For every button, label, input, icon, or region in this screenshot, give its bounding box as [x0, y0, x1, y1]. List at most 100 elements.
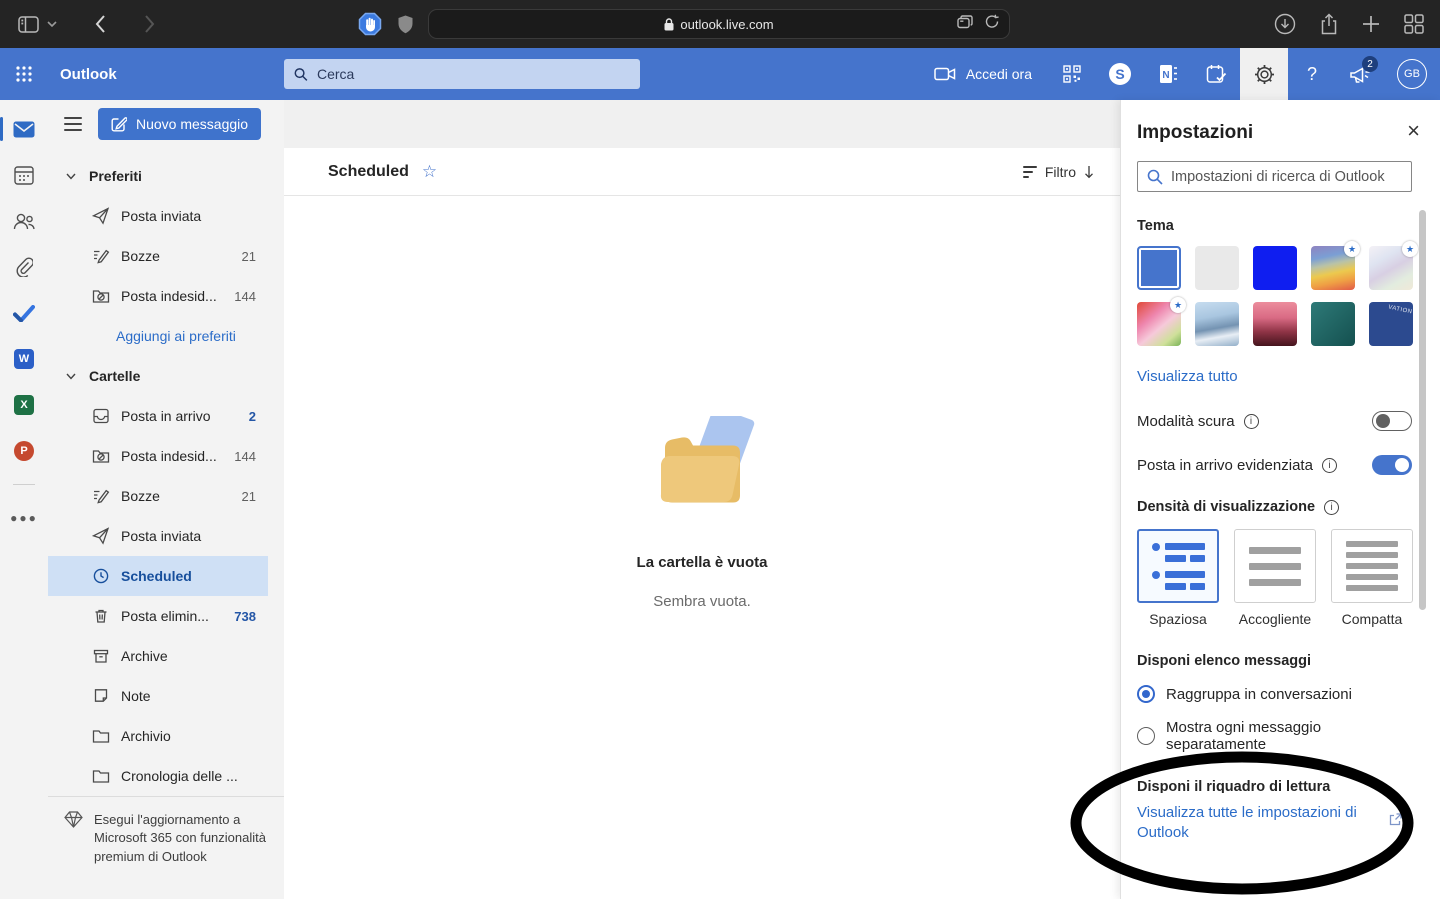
density-label: Densità di visualizzazione: [1137, 499, 1315, 515]
trash-icon: [92, 607, 110, 625]
settings-title: Impostazioni: [1137, 100, 1412, 144]
folder-item-archive[interactable]: Archive: [48, 636, 284, 676]
folder-item-posta-in-arrivo[interactable]: Posta in arrivo 2: [48, 396, 284, 436]
folder-label: Bozze: [121, 248, 231, 264]
radio-separate-messages[interactable]: Mostra ogni messaggio separatamente: [1137, 719, 1412, 753]
rail-calendar[interactable]: [0, 152, 48, 198]
folders-section-header[interactable]: Cartelle: [48, 356, 284, 396]
folder-item-bozze[interactable]: Bozze 21: [48, 476, 284, 516]
folder-item-posta-indesiderata[interactable]: Posta indesid... 144: [48, 436, 284, 476]
add-to-favorites-link[interactable]: Aggiungi ai preferiti: [48, 316, 284, 356]
rail-powerpoint[interactable]: P: [0, 428, 48, 474]
density-option-spaziosa[interactable]: Spaziosa: [1137, 529, 1219, 627]
info-icon[interactable]: i: [1324, 500, 1339, 515]
theme-pastel-swirl[interactable]: ★: [1369, 246, 1413, 290]
empty-folder-illustration: [639, 416, 765, 528]
qr-code-icon[interactable]: [1048, 48, 1096, 100]
theme-blueprint[interactable]: VATION: [1369, 302, 1413, 346]
theme-bright-blue[interactable]: [1253, 246, 1297, 290]
rail-todo[interactable]: [0, 290, 48, 336]
radio-selected-icon[interactable]: [1137, 685, 1155, 703]
rail-excel[interactable]: X: [0, 382, 48, 428]
outlook-header: Outlook Accedi ora S N: [0, 48, 1440, 100]
settings-scrollbar[interactable]: [1419, 210, 1426, 610]
favorites-section-header[interactable]: Preferiti: [48, 156, 284, 196]
folder-item-posta-inviata[interactable]: Posta inviata: [48, 516, 284, 556]
theme-blue-default[interactable]: [1137, 246, 1181, 290]
folder-item-cronologia[interactable]: Cronologia delle ...: [48, 756, 284, 796]
folder-label: Note: [121, 688, 245, 704]
browser-chrome: outlook.live.com: [0, 0, 1440, 48]
signin-now-button[interactable]: Accedi ora: [918, 48, 1048, 100]
forward-button[interactable]: [144, 15, 155, 33]
density-option-compatta[interactable]: Compatta: [1331, 529, 1413, 627]
focused-inbox-toggle[interactable]: [1372, 455, 1412, 475]
reload-icon[interactable]: [985, 14, 999, 29]
close-icon[interactable]: ×: [1407, 120, 1420, 142]
folder-item-posta-inviata-fav[interactable]: Posta inviata: [48, 196, 284, 236]
external-link-icon[interactable]: [1389, 813, 1402, 826]
back-button[interactable]: [95, 15, 106, 33]
draft-icon: [92, 247, 110, 265]
folder-list: Preferiti Posta inviata Bozze 21 Posta i…: [48, 148, 284, 796]
theme-mountain-lake[interactable]: [1195, 302, 1239, 346]
radio-group-conversations[interactable]: Raggruppa in conversazioni: [1137, 685, 1412, 703]
settings-search[interactable]: [1137, 161, 1412, 192]
info-icon[interactable]: i: [1322, 458, 1337, 473]
theme-palm-sunset[interactable]: [1253, 302, 1297, 346]
folder-item-posta-indesiderata-fav[interactable]: Posta indesid... 144: [48, 276, 284, 316]
calendar-check-icon[interactable]: [1192, 48, 1240, 100]
onenote-icon[interactable]: N: [1144, 48, 1192, 100]
feedback-button[interactable]: 2: [1336, 48, 1384, 100]
premium-star-badge: ★: [1402, 241, 1418, 257]
folder-item-scheduled[interactable]: Scheduled: [48, 556, 268, 596]
hamburger-menu-icon[interactable]: [64, 117, 82, 131]
sidebar-toggle-icon[interactable]: [18, 16, 39, 33]
rail-people[interactable]: [0, 198, 48, 244]
info-icon[interactable]: i: [1244, 414, 1259, 429]
chevron-down-icon[interactable]: [47, 21, 57, 27]
folder-item-bozze-fav[interactable]: Bozze 21: [48, 236, 284, 276]
skype-icon[interactable]: S: [1096, 48, 1144, 100]
address-bar[interactable]: outlook.live.com: [428, 9, 1010, 39]
header-search[interactable]: [284, 59, 640, 89]
theme-unicorn-art[interactable]: ★: [1137, 302, 1181, 346]
folder-item-archivio[interactable]: Archivio: [48, 716, 284, 756]
premium-star-badge: ★: [1344, 241, 1360, 257]
radio-unselected-icon[interactable]: [1137, 727, 1155, 745]
adblock-extension-icon[interactable]: [358, 12, 382, 36]
shield-extension-icon[interactable]: [398, 15, 413, 34]
all-settings-link[interactable]: Visualizza tutte le impostazioni di Outl…: [1137, 803, 1362, 842]
theme-rainbow[interactable]: ★: [1311, 246, 1355, 290]
send-icon: [92, 527, 110, 545]
new-message-button[interactable]: Nuovo messaggio: [98, 108, 261, 140]
app-launcher-icon[interactable]: [0, 48, 48, 100]
share-icon[interactable]: [1320, 13, 1338, 35]
tab-grid-icon[interactable]: [1404, 14, 1424, 34]
downloads-icon[interactable]: [1274, 13, 1296, 35]
folder-label: Posta inviata: [121, 528, 245, 544]
rail-word[interactable]: W: [0, 336, 48, 382]
settings-search-input[interactable]: [1171, 169, 1402, 185]
account-button[interactable]: GB: [1384, 48, 1440, 100]
view-all-themes-link[interactable]: Visualizza tutto: [1137, 368, 1412, 385]
folder-item-note[interactable]: Note: [48, 676, 284, 716]
density-option-accogliente[interactable]: Accogliente: [1234, 529, 1316, 627]
help-button[interactable]: ?: [1288, 48, 1336, 100]
new-tab-icon[interactable]: [1362, 15, 1380, 33]
rail-attachments[interactable]: [0, 244, 48, 290]
premium-upsell[interactable]: Esegui l'aggiornamento a Microsoft 365 c…: [48, 796, 284, 899]
folder-count: 21: [242, 489, 256, 504]
theme-light-gray[interactable]: [1195, 246, 1239, 290]
tab-overview-icon[interactable]: [957, 15, 973, 29]
rail-more-apps[interactable]: ●●●: [0, 495, 48, 541]
theme-grid: ★ ★ ★ VATION: [1137, 246, 1412, 346]
theme-circuit-board[interactable]: [1311, 302, 1355, 346]
rail-mail[interactable]: [0, 106, 48, 152]
settings-gear-button[interactable]: [1240, 48, 1288, 100]
dark-mode-toggle[interactable]: [1372, 411, 1412, 431]
search-input[interactable]: [317, 66, 630, 82]
folders-label: Cartelle: [89, 368, 140, 384]
new-message-label: Nuovo messaggio: [136, 116, 248, 132]
folder-item-posta-eliminata[interactable]: Posta elimin... 738: [48, 596, 284, 636]
